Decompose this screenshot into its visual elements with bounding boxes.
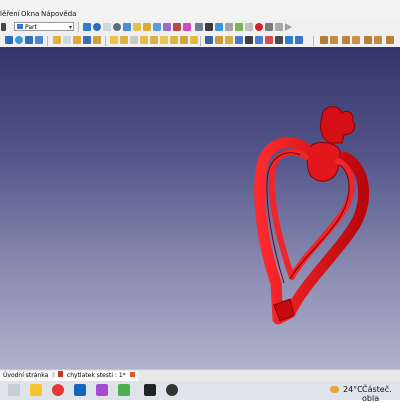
- ruled-surface-icon[interactable]: [342, 36, 350, 44]
- create-group-icon[interactable]: [245, 23, 253, 31]
- check-geometry-icon[interactable]: [245, 36, 253, 44]
- weather-text: Částeč. obla: [362, 385, 392, 403]
- refine-shape-icon[interactable]: [352, 36, 360, 44]
- app-icon[interactable]: [144, 384, 156, 396]
- compound-icon[interactable]: [225, 36, 233, 44]
- thickness-icon[interactable]: [205, 36, 213, 44]
- bounding-box-icon[interactable]: [103, 23, 111, 31]
- part-cone-icon[interactable]: [35, 36, 43, 44]
- menu-item-windows[interactable]: Okna: [21, 10, 39, 18]
- part-workbench-icon: [17, 24, 23, 29]
- edge-icon[interactable]: [74, 384, 86, 396]
- file-explorer-icon[interactable]: [30, 384, 42, 396]
- workbench-label: Part: [25, 24, 37, 31]
- axis-cross-icon[interactable]: [205, 23, 213, 31]
- shape-builder-icon[interactable]: [330, 36, 338, 44]
- task-view-icon[interactable]: [8, 384, 20, 396]
- menu-item-help[interactable]: Nápověda: [41, 10, 76, 18]
- macro-editor-icon[interactable]: [275, 23, 283, 31]
- menu-item-edit[interactable]: lěření: [0, 10, 20, 18]
- chamfer-icon[interactable]: [93, 36, 101, 44]
- view-right-icon[interactable]: [153, 23, 161, 31]
- shell-icon[interactable]: [180, 36, 188, 44]
- model-neck: [306, 142, 341, 182]
- tab-label: chytlatek stesti : 1*: [66, 372, 126, 379]
- toolbar-overflow-icon[interactable]: [1, 23, 6, 31]
- projection-icon[interactable]: [215, 36, 223, 44]
- offset-icon[interactable]: [190, 36, 198, 44]
- view-fit-all-icon[interactable]: [83, 23, 91, 31]
- toolbar-separator: [105, 36, 106, 46]
- clipping-plane-icon[interactable]: [215, 23, 223, 31]
- execute-macro-icon[interactable]: [285, 23, 292, 31]
- workbench-selector[interactable]: Part ▾: [14, 22, 74, 31]
- close-icon[interactable]: [129, 372, 135, 377]
- toolbar-separator: [313, 36, 314, 46]
- draw-style-icon[interactable]: [93, 23, 101, 31]
- menu-bar: lěření Okna Nápověda: [0, 0, 400, 20]
- chrome-icon[interactable]: [52, 384, 64, 396]
- toolbar-separator: [78, 22, 79, 32]
- slice-icon[interactable]: [374, 36, 382, 44]
- 3d-viewport[interactable]: [0, 47, 400, 369]
- view-bottom-icon[interactable]: [173, 23, 181, 31]
- macros-icon[interactable]: [265, 23, 273, 31]
- part-cylinder-icon[interactable]: [15, 36, 23, 44]
- heart-model[interactable]: [0, 47, 400, 369]
- document-icon: [58, 371, 63, 377]
- revolve-icon[interactable]: [63, 36, 71, 44]
- tab-document[interactable]: chytlatek stesti : 1*: [55, 371, 138, 381]
- stereo-icon[interactable]: [113, 23, 121, 31]
- part-box-icon[interactable]: [5, 36, 13, 44]
- text-document-icon[interactable]: [225, 23, 233, 31]
- model-curl: [319, 106, 356, 144]
- toolbar-row-2: [0, 34, 400, 48]
- primitives-icon[interactable]: [320, 36, 328, 44]
- measure-linear-icon[interactable]: [285, 36, 293, 44]
- split-icon[interactable]: [265, 36, 273, 44]
- view-front-icon[interactable]: [133, 23, 141, 31]
- view-isometric-icon[interactable]: [123, 23, 131, 31]
- cut-icon[interactable]: [120, 36, 128, 44]
- temperature-text: 24°C: [343, 385, 363, 394]
- fuse-icon[interactable]: [130, 36, 138, 44]
- join-icon[interactable]: [255, 36, 263, 44]
- toolbar-separator: [250, 22, 251, 32]
- attachment-icon[interactable]: [275, 36, 283, 44]
- face-maker-icon[interactable]: [364, 36, 372, 44]
- sweep-icon[interactable]: [170, 36, 178, 44]
- fillet-icon[interactable]: [83, 36, 91, 44]
- measure-icon[interactable]: [195, 23, 203, 31]
- tab-start-page[interactable]: Úvodní stránka: [0, 371, 62, 381]
- store-icon[interactable]: [118, 384, 130, 396]
- xor-icon[interactable]: [386, 36, 394, 44]
- view-rear-icon[interactable]: [163, 23, 171, 31]
- view-left-icon[interactable]: [183, 23, 191, 31]
- boolean-icon[interactable]: [110, 36, 118, 44]
- toolbar-separator: [47, 36, 48, 46]
- mirror-icon[interactable]: [73, 36, 81, 44]
- section-icon[interactable]: [150, 36, 158, 44]
- media-player-icon[interactable]: [166, 384, 178, 396]
- weather-icon: [330, 386, 339, 393]
- taskbar: 24°C Částeč. obla: [0, 381, 400, 403]
- extrude-icon[interactable]: [53, 36, 61, 44]
- view-top-icon[interactable]: [143, 23, 151, 31]
- chevron-down-icon: ▾: [68, 24, 72, 31]
- tab-label: Úvodní stránka: [3, 372, 49, 379]
- measure-angular-icon[interactable]: [295, 36, 303, 44]
- common-icon[interactable]: [140, 36, 148, 44]
- explode-icon[interactable]: [235, 36, 243, 44]
- record-macro-icon[interactable]: [255, 23, 263, 31]
- create-part-icon[interactable]: [235, 23, 243, 31]
- toolbar-row-1: Part ▾: [0, 20, 400, 34]
- part-sphere-icon[interactable]: [25, 36, 33, 44]
- loft-icon[interactable]: [160, 36, 168, 44]
- freecad-icon[interactable]: [96, 384, 108, 396]
- toolbar-separator: [200, 36, 201, 46]
